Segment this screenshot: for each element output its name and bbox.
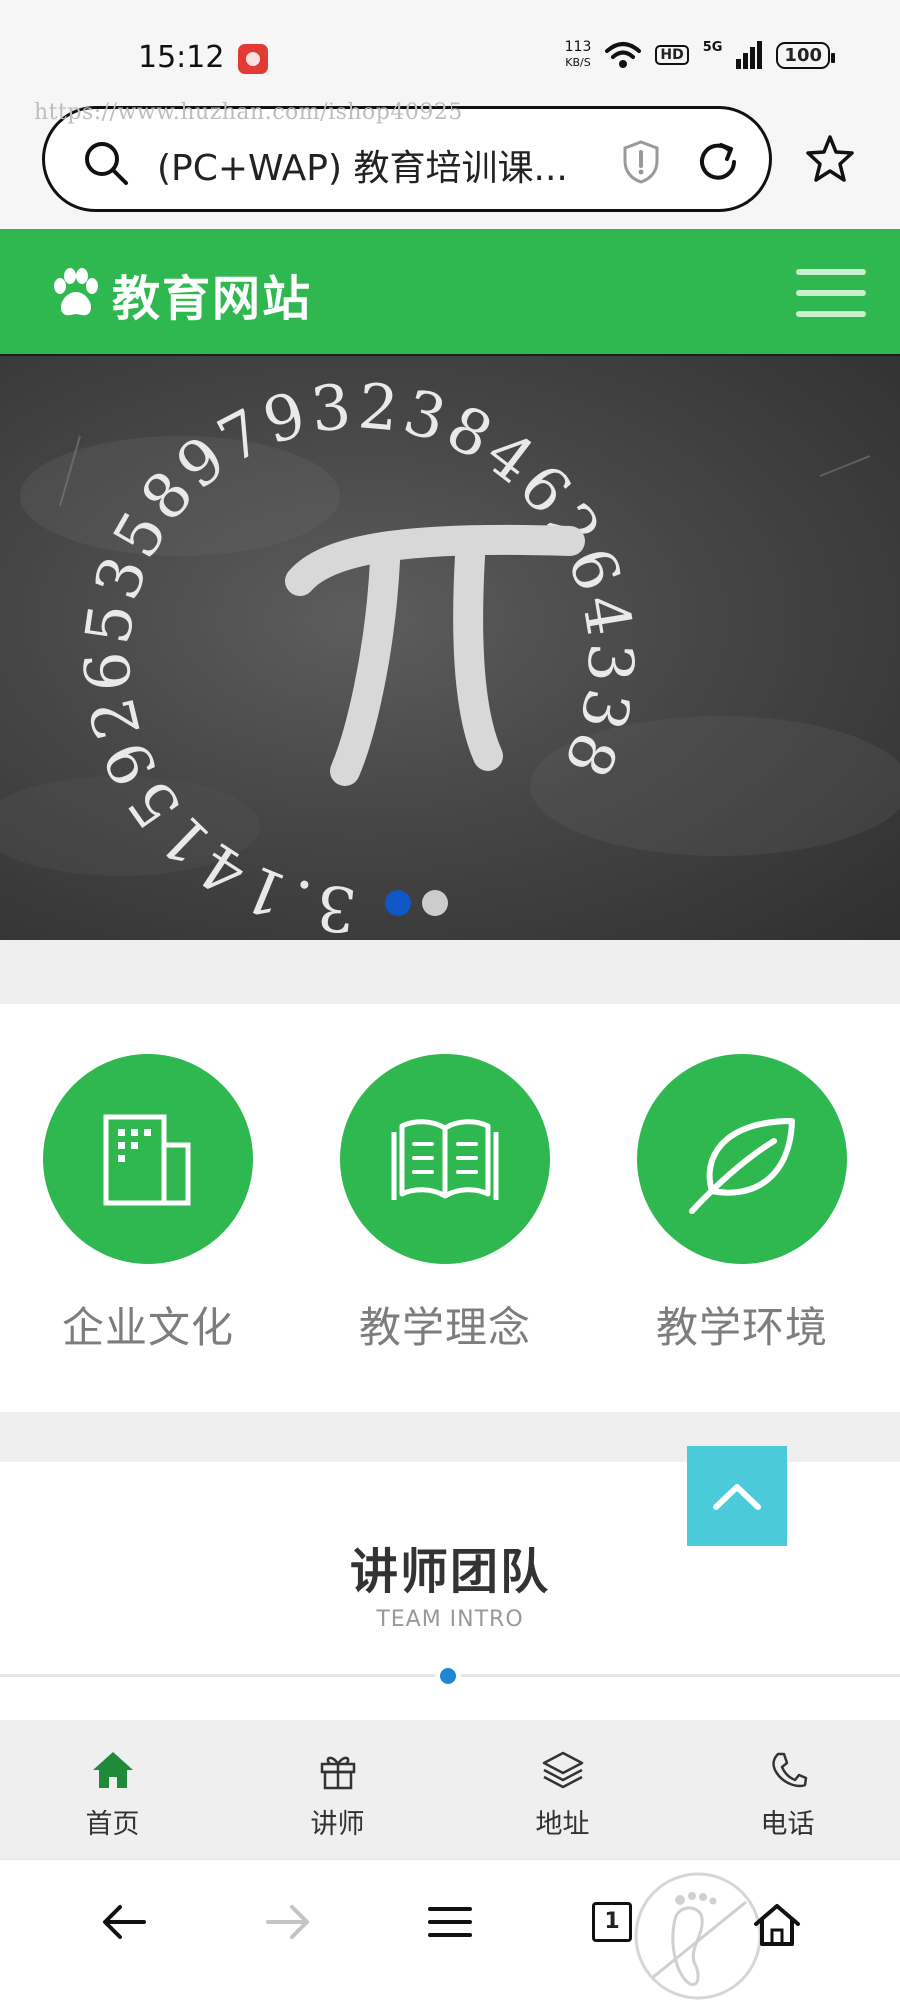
feature-links: 企业文化 教学理念 教学环境: [0, 1004, 900, 1412]
nav-item-phone-label: 电话: [760, 1809, 815, 1840]
feature-environment-circle[interactable]: [637, 1054, 847, 1264]
feature-culture-circle[interactable]: [43, 1054, 253, 1264]
pi-chalkboard-image: 3.14159265358979323846264338: [0, 369, 900, 940]
search-icon: [85, 142, 128, 185]
app-notification-icon: [238, 44, 268, 74]
home-icon: [92, 1752, 133, 1788]
feature-environment-label: 教学环境: [655, 1303, 828, 1352]
network-speed-value: 113: [564, 39, 592, 55]
feature-philosophy-label: 教学理念: [358, 1303, 531, 1352]
carousel-dots: [385, 890, 448, 916]
site-bottom-nav: 首页 讲师 地址 电话: [0, 1720, 900, 1859]
nav-item-teachers-label: 讲师: [310, 1809, 365, 1840]
feature-philosophy-circle[interactable]: [340, 1054, 550, 1264]
hd-badge: HD: [655, 45, 689, 65]
shield-icon[interactable]: [621, 139, 661, 185]
browser-bottom-bar: 1: [0, 1859, 900, 2000]
tabs-button[interactable]: 1: [592, 1902, 632, 1942]
status-indicators: 113 KB/S HD 5G 100: [565, 39, 835, 70]
gift-icon: [320, 1756, 355, 1790]
reload-icon[interactable]: [693, 137, 743, 187]
site-logo[interactable]: 教育网站: [48, 259, 312, 329]
url-watermark: https://www.huzhan.com/ishop40925: [34, 100, 463, 125]
footprint-watermark-icon: [634, 1872, 762, 2000]
network-type: 5G: [702, 39, 723, 55]
signal-icon: [736, 41, 763, 69]
team-subtitle: TEAM INTRO: [376, 1607, 524, 1632]
back-to-top-button[interactable]: [687, 1446, 787, 1546]
home-browser-icon[interactable]: [752, 1902, 802, 1948]
carousel-dot-1[interactable]: [385, 890, 411, 916]
feature-environment[interactable]: 教学环境: [622, 1054, 862, 1355]
building-icon: [103, 1114, 191, 1206]
network-speed-unit: KB/S: [565, 56, 591, 69]
nav-item-home[interactable]: 首页: [0, 1720, 225, 1859]
bookmark-star-icon[interactable]: [804, 133, 856, 185]
forward-arrow-icon: [266, 1905, 309, 1939]
layers-icon: [542, 1751, 583, 1789]
nav-item-phone[interactable]: 电话: [675, 1720, 900, 1859]
feature-culture[interactable]: 企业文化: [28, 1054, 268, 1355]
feature-culture-label: 企业文化: [61, 1303, 234, 1352]
logo-text: 教育网站: [112, 271, 313, 327]
nav-item-teachers[interactable]: 讲师: [225, 1720, 450, 1859]
browser-toolbar: (PC+WAP) 教育培训课... https://www.huzhan.com…: [0, 100, 900, 229]
open-book-icon: [391, 1119, 499, 1200]
hero-banner[interactable]: 3.14159265358979323846264338: [0, 356, 900, 940]
status-bar: 15:12 113 KB/S HD 5G 100: [0, 0, 900, 100]
feature-philosophy[interactable]: 教学理念: [325, 1054, 565, 1355]
section-spacer: [0, 940, 900, 1004]
back-arrow-icon[interactable]: [100, 1902, 148, 1942]
address-text[interactable]: (PC+WAP) 教育培训课...: [157, 139, 568, 191]
network-speed: 113 KB/S: [565, 40, 592, 70]
nav-item-address[interactable]: 地址: [450, 1720, 675, 1859]
phone-icon: [771, 1752, 807, 1788]
status-time: 15:12: [138, 40, 225, 75]
nav-item-address-label: 地址: [535, 1809, 590, 1840]
leaf-icon: [689, 1118, 795, 1214]
wifi-icon: [605, 42, 642, 68]
team-divider-dot: [436, 1664, 460, 1688]
paw-icon: [54, 268, 98, 316]
chevron-up-icon: [713, 1484, 761, 1510]
battery-indicator: 100: [776, 41, 835, 69]
nav-item-home-label: 首页: [85, 1809, 140, 1840]
hamburger-menu-icon[interactable]: [796, 269, 866, 321]
site-header: 教育网站: [0, 229, 900, 356]
menu-icon[interactable]: [427, 1902, 473, 1942]
carousel-dot-2[interactable]: [422, 890, 448, 916]
